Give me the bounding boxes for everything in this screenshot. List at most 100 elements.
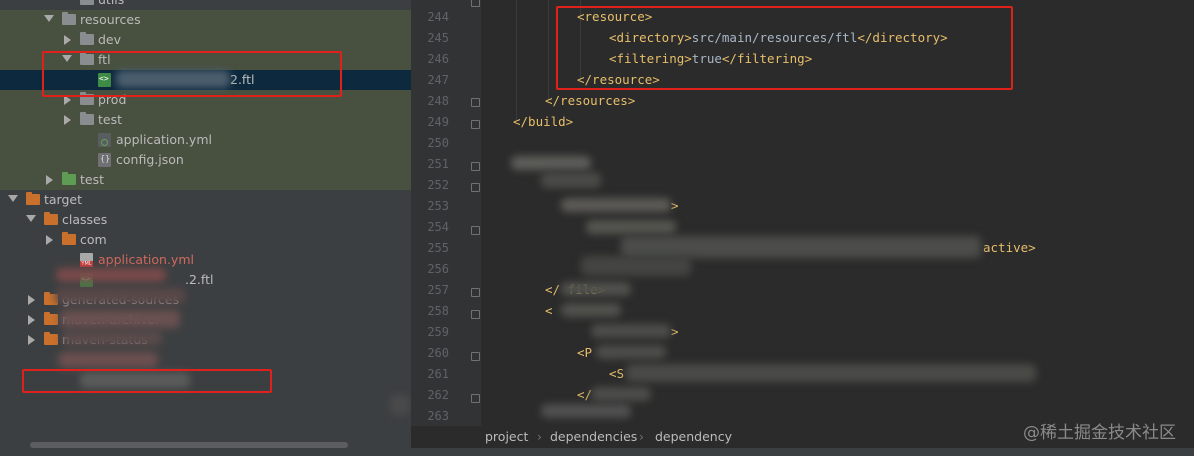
code-line-248[interactable]: </resources> (545, 93, 635, 108)
redacted-code (511, 156, 591, 170)
chevron-right-icon[interactable] (28, 315, 35, 325)
fold-marker-icon[interactable] (471, 226, 480, 235)
fold-marker-icon[interactable] (471, 98, 480, 107)
line-number: 248 (427, 94, 449, 108)
code-line-255[interactable]: active> (983, 240, 1036, 255)
fold-marker-icon[interactable] (471, 310, 480, 319)
redacted-area (60, 310, 180, 328)
watermark: @稀土掘金技术社区 (1023, 423, 1176, 443)
fold-marker-icon[interactable] (471, 0, 480, 7)
code-line-260[interactable]: <P (577, 345, 592, 360)
code-line-249[interactable]: </build> (513, 114, 573, 129)
chevron-right-icon[interactable] (46, 235, 53, 245)
redacted-area (62, 330, 162, 346)
line-number: 260 (427, 346, 449, 360)
tree-item-label: com (80, 232, 107, 247)
redacted-code (541, 404, 631, 418)
code-line-259[interactable]: > (671, 324, 679, 339)
tree-item[interactable]: dev (0, 30, 411, 50)
tree-item[interactable]: application.yml (0, 250, 411, 270)
line-number: 262 (427, 388, 449, 402)
yml-file-icon (98, 133, 111, 147)
redacted-area (56, 268, 166, 282)
fold-marker-icon[interactable] (471, 288, 480, 297)
highlight-box-resource (556, 6, 1013, 90)
code-line-253[interactable]: > (671, 198, 679, 213)
indent-guide (548, 0, 549, 100)
code-editor[interactable]: 244 245 246 247 248 249 250 251 252 253 254 255 256 2… (411, 0, 1194, 456)
tree-item[interactable]: resources (0, 10, 411, 30)
code-line-261[interactable]: <S (609, 366, 624, 381)
tree-item-label: test (80, 172, 105, 187)
tree-item[interactable]: config.json (0, 150, 411, 170)
tree-item-label: resources (80, 12, 141, 27)
folder-icon (80, 112, 94, 125)
line-number: 254 (427, 220, 449, 234)
redacted-code (626, 364, 1036, 382)
line-number: 263 (427, 409, 449, 423)
line-number: 261 (427, 367, 449, 381)
redacted-area (390, 395, 410, 415)
breadcrumb-dependencies[interactable]: dependencies (550, 429, 637, 444)
fold-marker-icon[interactable] (471, 183, 480, 192)
redacted-code (561, 198, 671, 212)
tree-item[interactable]: com (0, 230, 411, 250)
yml-file-icon (80, 253, 93, 267)
breadcrumb-dependency[interactable]: dependency (655, 429, 732, 444)
status-strip (0, 448, 1194, 456)
folder-icon (44, 332, 58, 345)
fold-marker-icon[interactable] (471, 352, 480, 361)
folder-icon (80, 32, 94, 45)
chevron-right-icon[interactable] (64, 115, 71, 125)
tree-item[interactable]: application.yml (0, 130, 411, 150)
chevron-down-icon[interactable] (26, 215, 36, 222)
chevron-right-icon[interactable] (46, 175, 53, 185)
redacted-code (596, 345, 666, 359)
tree-item-label: .2.ftl (185, 272, 214, 287)
line-number: 244 (427, 10, 449, 24)
folder-icon (62, 172, 76, 185)
code-line-258[interactable]: < (545, 303, 553, 318)
tree-item-label: dev (98, 32, 122, 47)
tree-item[interactable]: test (0, 110, 411, 130)
line-number: 259 (427, 325, 449, 339)
redacted-code (561, 282, 631, 296)
folder-icon (44, 212, 58, 225)
tree-item[interactable]: utils (0, 0, 411, 10)
tree-item-label: classes (62, 212, 108, 227)
fold-marker-icon[interactable] (471, 394, 480, 403)
redacted-code (591, 387, 651, 401)
chevron-right-icon[interactable] (28, 335, 35, 345)
tree-item-label: config.json (116, 152, 184, 167)
line-number: 250 (427, 136, 449, 150)
line-number: 252 (427, 178, 449, 192)
fold-marker-icon[interactable] (471, 120, 480, 129)
breadcrumb-separator: › (537, 429, 542, 444)
json-file-icon (98, 153, 111, 167)
tree-item-label: application.yml (98, 252, 194, 267)
indent-guide (516, 0, 517, 120)
tree-item[interactable]: target (0, 190, 411, 210)
line-number: 249 (427, 115, 449, 129)
chevron-down-icon[interactable] (8, 195, 18, 202)
code-line-262[interactable]: </ (577, 387, 592, 402)
redacted-code (541, 172, 601, 188)
tree-item-label: application.yml (116, 132, 212, 147)
breadcrumb-project[interactable]: project (485, 429, 528, 444)
chevron-right-icon[interactable] (64, 35, 71, 45)
line-number: 258 (427, 304, 449, 318)
line-number: 256 (427, 262, 449, 276)
highlight-box-ftl (22, 369, 272, 393)
tree-item-label: test (98, 112, 123, 127)
chevron-right-icon[interactable] (28, 295, 35, 305)
project-tree[interactable]: utilsresourcesdevftl2.ftlprodtestapplica… (0, 0, 411, 456)
tree-item[interactable]: classes (0, 210, 411, 230)
line-number: 247 (427, 73, 449, 87)
line-number: 246 (427, 52, 449, 66)
chevron-down-icon[interactable] (44, 15, 54, 22)
redacted-code (586, 220, 676, 234)
line-number: 255 (427, 241, 449, 255)
tree-item[interactable]: test (0, 170, 411, 190)
fold-marker-icon[interactable] (471, 162, 480, 171)
tree-item-label: target (44, 192, 83, 207)
